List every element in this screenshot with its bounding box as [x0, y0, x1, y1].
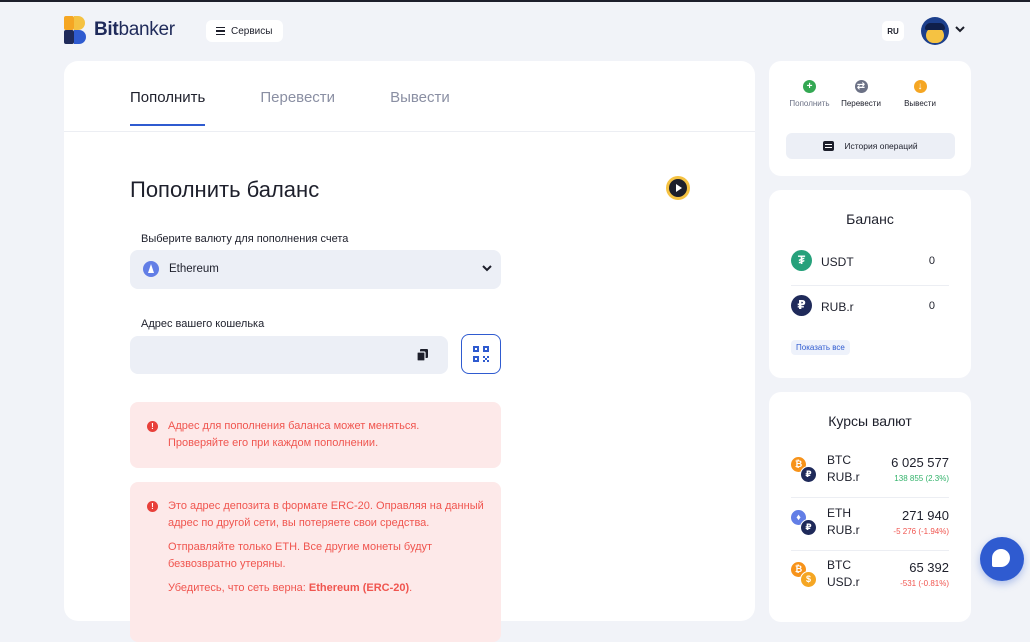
address-change-alert: ! Адрес для пополнения баланса может мен…	[130, 402, 501, 468]
rate-base: BTC	[827, 558, 851, 572]
rate-base: BTC	[827, 453, 851, 467]
rub-icon: ₽	[791, 295, 812, 316]
rate-change: 138 855 (2.3%)	[894, 474, 949, 483]
language-switch[interactable]: RU	[882, 21, 904, 41]
balance-currency: RUB.r	[821, 300, 854, 314]
arrow-down-icon: ↓	[913, 80, 927, 93]
withdraw-action[interactable]: ↓ Вывести	[890, 80, 950, 108]
alert-paragraph: Отправляйте только ETH. Все другие монет…	[168, 541, 433, 570]
eth-rub-pair-icon: ♦ ₽	[791, 510, 821, 540]
video-play-icon[interactable]	[669, 179, 687, 197]
rate-price: 271 940	[902, 508, 949, 523]
services-label: Сервисы	[231, 25, 273, 37]
network-name: Ethereum (ERC-20)	[308, 582, 410, 594]
tabs-divider	[64, 131, 755, 132]
wallet-address-field[interactable]	[130, 336, 448, 374]
network-warning-alert: ! Это адрес депозита в формате ERC-20. О…	[130, 482, 501, 642]
bitbanker-logo[interactable]: Bitbanker	[64, 16, 175, 44]
alert-line: Проверяйте его при каждом пополнении.	[168, 436, 379, 449]
transfer-icon: ⇄	[854, 80, 868, 93]
rate-price: 65 392	[909, 560, 949, 575]
currency-value: Ethereum	[169, 263, 219, 275]
tab-deposit[interactable]: Пополнить	[130, 89, 206, 126]
rate-row[interactable]: ₿ $ BTC USD.r 65 392 -531 (-0.81%)	[791, 557, 949, 597]
rate-quote: USD.r	[827, 575, 860, 589]
rate-base: ETH	[827, 506, 851, 520]
rate-change: -531 (-0.81%)	[900, 579, 949, 588]
services-button[interactable]: Сервисы	[206, 20, 284, 42]
ethereum-icon	[143, 261, 159, 277]
wallet-label: Адрес вашего кошелька	[141, 318, 265, 330]
page-title: Пополнить баланс	[130, 177, 320, 202]
balance-card: Баланс ₮ USDT 0 ₽ RUB.r 0 Показать все	[769, 190, 971, 378]
rate-quote: RUB.r	[827, 523, 860, 537]
rate-price: 6 025 577	[891, 455, 949, 470]
balance-amount: 0	[928, 255, 935, 267]
quick-actions-card: + Пополнить ⇄ Перевести ↓ Вывести Истори…	[769, 61, 971, 176]
support-chat-button[interactable]	[980, 537, 1024, 581]
alert-paragraph: Убедитесь, что сеть верна: Ethereum (ERC…	[168, 582, 413, 594]
rates-title: Курсы валют	[828, 413, 912, 429]
usdt-icon: ₮	[791, 250, 812, 271]
list-icon	[823, 141, 835, 151]
warning-icon: !	[147, 421, 158, 432]
deposit-panel: Пополнить Перевести Вывести Пополнить ба…	[64, 61, 755, 642]
history-button[interactable]: История операций	[786, 133, 955, 159]
alert-paragraph: Это адрес депозита в формате ERC-20. Опр…	[168, 500, 484, 529]
rate-quote: RUB.r	[827, 470, 860, 484]
qr-code-button[interactable]	[461, 334, 501, 374]
tab-transfer[interactable]: Перевести	[260, 89, 335, 126]
logo-mark-icon	[64, 16, 86, 44]
rate-row[interactable]: ♦ ₽ ETH RUB.r 271 940 -5 276 (-1.94%)	[791, 505, 949, 545]
balance-title: Баланс	[846, 211, 894, 227]
avatar[interactable]	[921, 17, 949, 45]
chevron-down-icon[interactable]	[954, 24, 966, 34]
transfer-action[interactable]: ⇄ Перевести	[832, 80, 890, 108]
divider	[791, 550, 949, 551]
alert-line: Адрес для пополнения баланса может менят…	[168, 420, 420, 432]
divider	[791, 497, 949, 498]
logo-text: Bitbanker	[94, 19, 175, 40]
operation-tabs: Пополнить Перевести Вывести	[130, 89, 450, 126]
rates-card: Курсы валют ₿ ₽ BTC RUB.r 6 025 577 138 8…	[769, 392, 971, 622]
balance-row[interactable]: ₽ RUB.r 0	[791, 295, 949, 319]
tab-withdraw[interactable]: Вывести	[390, 89, 450, 126]
rate-row[interactable]: ₿ ₽ BTC RUB.r 6 025 577 138 855 (2.3%)	[791, 452, 949, 492]
chevron-down-icon	[482, 265, 492, 272]
currency-label: Выберите валюту для пополнения счета	[141, 233, 349, 245]
btc-usd-pair-icon: ₿ $	[791, 562, 821, 592]
btc-rub-pair-icon: ₿ ₽	[791, 457, 821, 487]
warning-icon: !	[147, 501, 158, 512]
currency-select[interactable]: Ethereum	[130, 250, 501, 289]
balance-amount: 0	[928, 300, 935, 312]
show-all-button[interactable]: Показать все	[791, 340, 850, 355]
top-border	[0, 0, 1030, 2]
divider	[791, 285, 949, 286]
rate-change: -5 276 (-1.94%)	[893, 527, 949, 536]
deposit-action[interactable]: + Пополнить	[787, 80, 832, 108]
balance-row[interactable]: ₮ USDT 0	[791, 250, 949, 274]
balance-currency: USDT	[821, 255, 854, 269]
copy-icon[interactable]	[417, 349, 429, 361]
qr-code-icon	[473, 346, 489, 362]
menu-icon	[216, 26, 225, 36]
plus-icon: +	[803, 80, 816, 93]
